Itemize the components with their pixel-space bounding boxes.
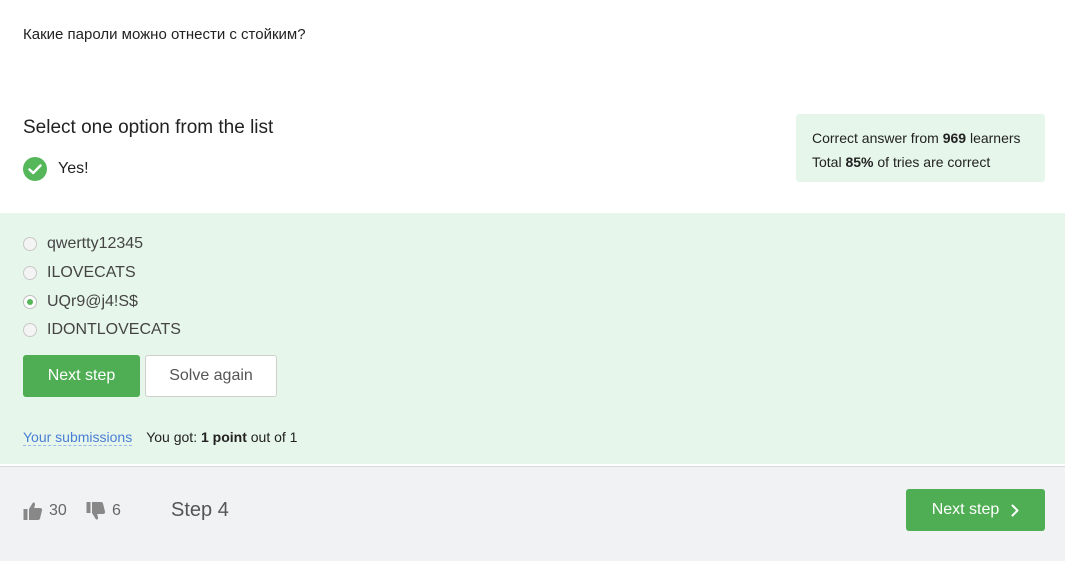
check-circle-icon	[23, 157, 47, 181]
option-item[interactable]: IDONTLOVECATS	[23, 316, 181, 345]
radio-dot	[27, 298, 33, 305]
submissions-row: Your submissions You got: 1 point out of…	[23, 429, 297, 446]
step-footer: 30 6 Step 4 Next step	[0, 467, 1065, 561]
radio-button[interactable]	[23, 266, 37, 281]
radio-button[interactable]	[23, 237, 37, 252]
option-label: ILOVECATS	[47, 264, 136, 282]
option-item[interactable]: ILOVECATS	[23, 259, 181, 288]
score-points: 1 point	[200, 429, 247, 445]
stats-learners-count: 969	[942, 130, 967, 146]
footer-next-step-button[interactable]: Next step	[906, 489, 1045, 531]
score-text: You got: 1 point out of 1	[146, 429, 297, 445]
option-list: qwertty12345 ILOVECATS UQr9@j4!S$ IDONTL…	[23, 230, 181, 345]
radio-button[interactable]	[23, 323, 37, 338]
chevron-right-icon	[1011, 504, 1019, 517]
stats-percent-prefix: Total	[812, 154, 846, 170]
stats-learners-line: Correct answer from 969 learners	[812, 126, 1045, 150]
radio-button-selected[interactable]	[23, 294, 37, 309]
solve-again-button[interactable]: Solve again	[145, 355, 277, 397]
step-label: Step 4	[171, 499, 229, 521]
option-label: UQr9@j4!S$	[47, 292, 138, 310]
step-page: Какие пароли можно отнести с стойким? Se…	[0, 0, 1065, 561]
thumbs-up-icon	[23, 501, 43, 521]
stats-percent-line: Total 85% of tries are correct	[812, 150, 1045, 174]
quiz-title: Select one option from the list	[23, 117, 274, 138]
footer-next-step-label: Next step	[931, 501, 1000, 518]
score-prefix: You got:	[146, 429, 201, 445]
like-button[interactable]: 30	[23, 501, 67, 521]
result-text: Yes!	[58, 160, 89, 177]
question-text: Какие пароли можно отнести с стойким?	[23, 26, 306, 43]
option-label: qwertty12345	[47, 235, 144, 253]
stats-percent-value: 85%	[845, 154, 874, 170]
option-item[interactable]: UQr9@j4!S$	[23, 287, 181, 316]
result-status: Yes!	[23, 157, 89, 181]
option-label: IDONTLOVECATS	[47, 321, 181, 339]
next-step-button[interactable]: Next step	[23, 355, 140, 397]
stats-learners-prefix: Correct answer from	[812, 130, 943, 146]
stats-box: Correct answer from 969 learners Total 8…	[796, 114, 1045, 182]
option-item[interactable]: qwertty12345	[23, 230, 181, 259]
score-suffix: out of 1	[246, 429, 298, 445]
your-submissions-link[interactable]: Your submissions	[23, 429, 133, 446]
stats-learners-suffix: learners	[966, 130, 1021, 146]
dislikes-count: 6	[112, 502, 121, 519]
answer-panel: qwertty12345 ILOVECATS UQr9@j4!S$ IDONTL…	[0, 213, 1065, 464]
thumbs-down-icon	[86, 501, 106, 521]
dislike-button[interactable]: 6	[86, 501, 121, 521]
likes-count: 30	[49, 502, 67, 519]
stats-percent-suffix: of tries are correct	[873, 154, 991, 170]
